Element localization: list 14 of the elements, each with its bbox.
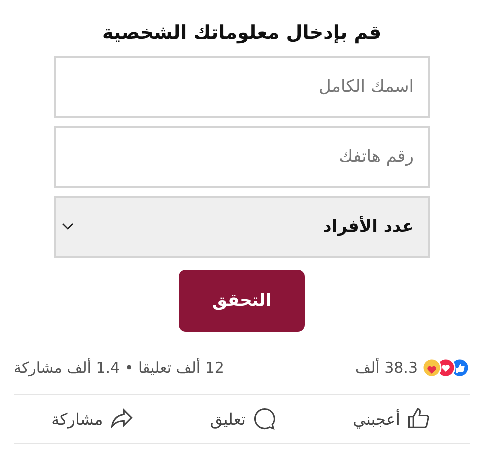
text-field[interactable]: اسمك الكامل	[54, 56, 430, 118]
share-button[interactable]: مشاركة	[46, 405, 142, 433]
form-title: قم بإدخال معلوماتك الشخصية	[102, 22, 382, 44]
text-field[interactable]: رقم هاتفك	[54, 126, 430, 188]
share-arrow-icon	[109, 406, 136, 432]
verify-button[interactable]: التحقق	[179, 270, 305, 332]
comment-button[interactable]: تعليق	[204, 405, 284, 433]
dropdown-field[interactable]: عدد الأفراد	[54, 196, 430, 258]
reactions-icon	[422, 358, 470, 378]
reaction-count: 38.3 ألف	[356, 359, 418, 377]
like-button[interactable]: أعجبني	[347, 405, 438, 433]
chevron-icon	[62, 223, 74, 231]
engagement-count: 12 ألف تعليقا • 1.4 ألف مشاركة	[14, 359, 224, 377]
speech-bubble-icon	[252, 406, 278, 432]
